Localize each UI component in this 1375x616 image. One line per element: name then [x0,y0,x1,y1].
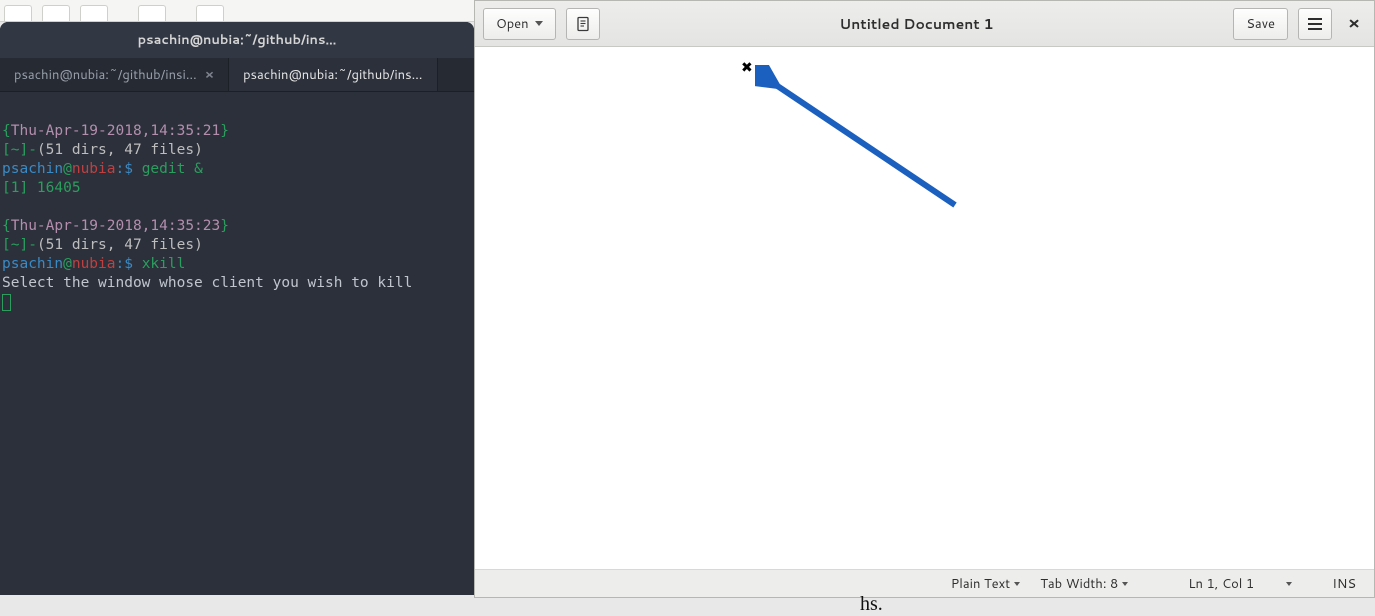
terminal-tabstrip: psachin@nubia:~/github/insi… × psachin@n… [0,58,474,92]
cursor-position[interactable]: Ln 1, Col 1 [1180,575,1300,593]
dir-stats: (51 dirs, 47 files) [37,142,203,158]
dir-stats: (51 dirs, 47 files) [37,237,203,253]
hamburger-icon [1308,18,1322,30]
gedit-headerbar[interactable]: Open Untitled Document 1 Save × [475,1,1374,47]
text-editor-area[interactable]: ✖ [475,47,1374,569]
insert-mode[interactable]: INS [1324,575,1364,593]
terminal-tab[interactable]: psachin@nubia:~/github/ins… [229,58,437,91]
terminal-titlebar[interactable]: psachin@nubia:~/github/ins… [0,22,474,58]
syntax-mode-label: Plain Text [951,575,1010,593]
syntax-mode-selector[interactable]: Plain Text [943,575,1028,593]
bg-tool [4,5,32,21]
open-button[interactable]: Open [483,8,556,40]
window-close-button[interactable]: × [1342,12,1366,36]
bg-tool [80,5,108,21]
annotation-arrow [755,65,975,225]
bg-tool [42,5,70,21]
gedit-window: Open Untitled Document 1 Save × ✖ [474,0,1375,598]
prompt-host: nubia [72,161,116,177]
terminal-window: psachin@nubia:~/github/ins… psachin@nubi… [0,22,474,595]
terminal-cursor [2,294,11,311]
prompt-user: psachin [2,161,63,177]
cursor-position-label: Ln 1, Col 1 [1188,575,1254,593]
job-output: [1] 16405 [2,180,81,196]
open-button-label: Open [496,15,529,33]
timestamp: Thu-Apr-19-2018,14:35:21 [11,123,221,139]
new-document-icon [575,16,591,32]
status-bar: Plain Text Tab Width: 8 Ln 1, Col 1 INS [475,569,1374,597]
insert-mode-label: INS [1332,575,1356,593]
bg-tool [138,5,166,21]
terminal-tab[interactable]: psachin@nubia:~/github/insi… × [0,58,229,91]
chevron-down-icon [1122,582,1128,586]
terminal-body[interactable]: {Thu-Apr-19-2018,14:35:21} [~]-(51 dirs,… [0,92,474,317]
xkill-cursor-icon: ✖ [741,57,753,77]
close-icon: × [1348,15,1360,32]
tab-width-selector[interactable]: Tab Width: 8 [1032,575,1136,593]
terminal-title: psachin@nubia:~/github/ins… [138,31,337,49]
bg-tool [196,5,224,21]
terminal-tab-label: psachin@nubia:~/github/ins… [243,66,422,84]
background-page-text: hs. [860,593,883,616]
chevron-down-icon [535,21,543,26]
close-icon[interactable]: × [205,66,214,84]
prompt-user: psachin [2,256,63,272]
save-button[interactable]: Save [1233,8,1288,40]
chevron-down-icon [1286,582,1292,586]
tab-width-label: Tab Width: 8 [1040,575,1118,593]
chevron-down-icon [1014,582,1020,586]
new-document-button[interactable] [566,8,600,40]
terminal-tab-label: psachin@nubia:~/github/insi… [14,66,197,84]
save-button-label: Save [1246,15,1275,33]
prompt-host: nubia [72,256,116,272]
menu-button[interactable] [1298,8,1332,40]
background-toolbar [0,0,474,22]
command: gedit & [133,161,203,177]
command: xkill [133,256,185,272]
document-title: Untitled Document 1 [610,14,1224,34]
timestamp: Thu-Apr-19-2018,14:35:23 [11,218,221,234]
xkill-message: Select the window whose client you wish … [2,275,412,291]
